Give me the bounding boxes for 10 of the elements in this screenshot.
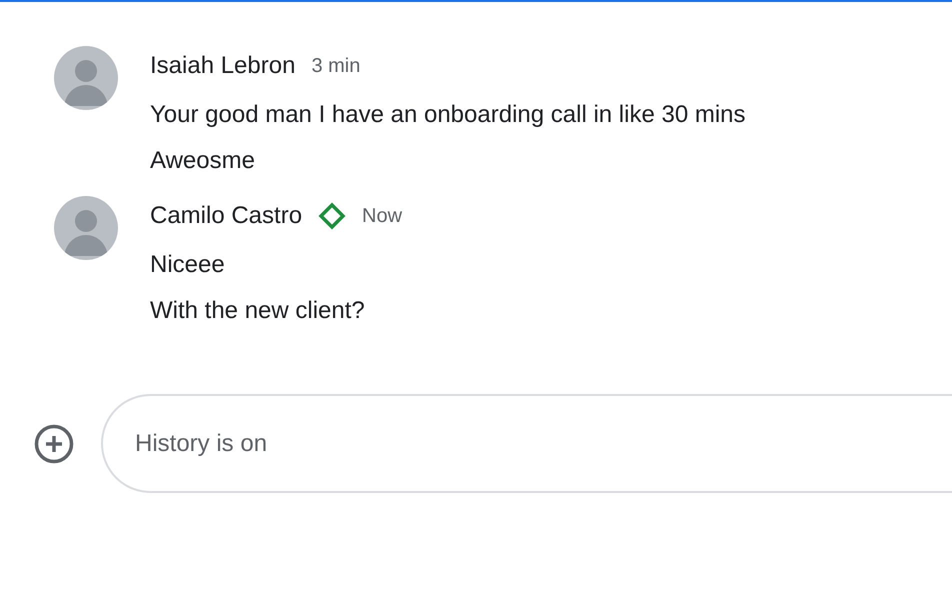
add-icon[interactable] xyxy=(34,424,74,464)
message-text: Your good man I have an onboarding call in like 30 mins xyxy=(150,100,746,130)
message-input[interactable]: History is on xyxy=(101,394,952,493)
message-time: 3 min xyxy=(311,54,360,79)
message-time: Now xyxy=(362,204,402,229)
sender-name: Camilo Castro xyxy=(150,201,302,231)
message-text: With the new client? xyxy=(150,296,366,326)
message-text: Niceee xyxy=(150,250,226,280)
sender-name: Isaiah Lebron xyxy=(150,51,296,81)
message-text: Aweosme xyxy=(150,146,256,176)
